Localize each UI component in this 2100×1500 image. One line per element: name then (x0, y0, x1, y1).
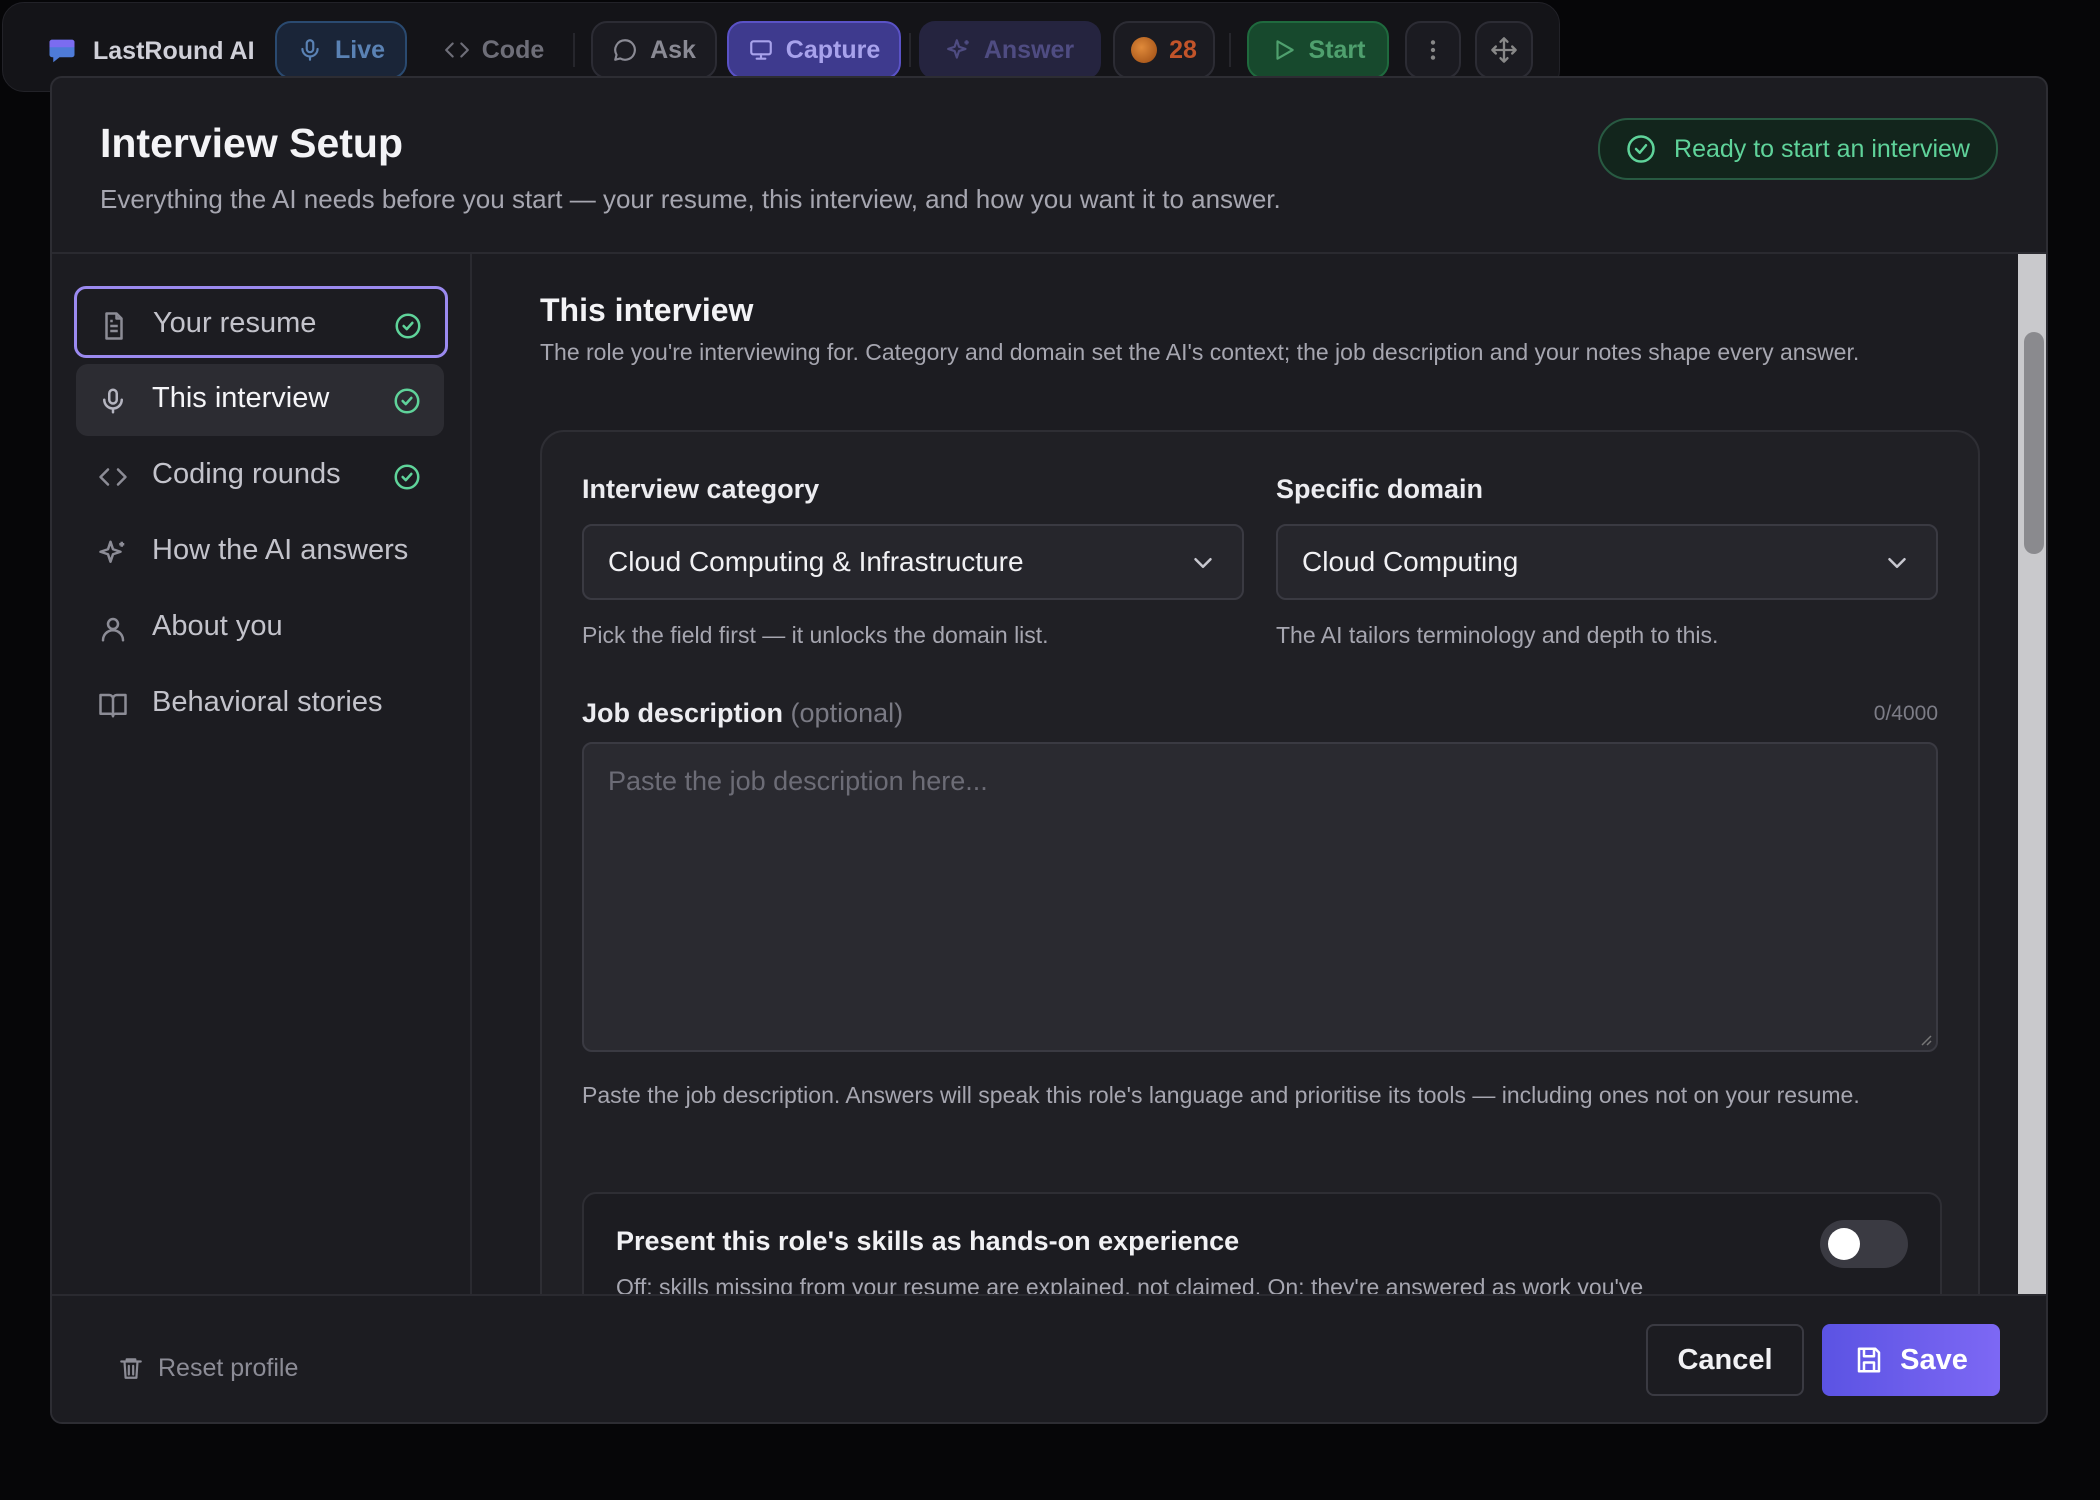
toolbar-divider (573, 33, 575, 67)
chat-bubble-icon (612, 37, 638, 63)
setup-sidebar: Your resume This interview Coding rounds (52, 254, 472, 1372)
sidebar-item-behavioral-stories[interactable]: Behavioral stories (76, 668, 444, 740)
interview-setup-dialog: Interview Setup Everything the AI needs … (50, 76, 2048, 1424)
sidebar-item-coding-rounds[interactable]: Coding rounds (76, 440, 444, 512)
start-label: Start (1308, 35, 1366, 64)
job-description-textarea[interactable]: Paste the job description here... (582, 742, 1938, 1052)
toolbar-divider (1229, 33, 1231, 67)
interview-details-card: Interview category Cloud Computing & Inf… (540, 430, 1980, 1372)
vertical-dots-icon (1420, 37, 1446, 63)
save-icon (1854, 1345, 1884, 1375)
category-label: Interview category (582, 474, 820, 504)
more-menu-button[interactable] (1405, 21, 1461, 79)
sidebar-item-this-interview[interactable]: This interview (76, 364, 444, 436)
job-description-label-text: Job description (582, 698, 784, 728)
setup-content: This interview The role you're interview… (472, 254, 2046, 1372)
ready-status-text: Ready to start an interview (1674, 134, 1970, 163)
sparkle-icon (98, 538, 128, 568)
check-circle-icon (392, 386, 422, 416)
chevron-down-icon (1188, 548, 1218, 578)
drag-handle[interactable] (1475, 21, 1533, 79)
check-circle-icon (1626, 134, 1656, 164)
reset-profile-button[interactable]: Reset profile (118, 1348, 298, 1388)
microphone-icon (98, 386, 128, 416)
document-icon (99, 311, 129, 341)
microphone-icon (297, 37, 323, 63)
sidebar-item-how-the-ai-answers[interactable]: How the AI answers (76, 516, 444, 588)
save-label: Save (1900, 1343, 1968, 1376)
credits-badge[interactable]: 28 (1113, 21, 1215, 79)
sidebar-item-label: How the AI answers (152, 534, 409, 566)
live-button[interactable]: Live (275, 21, 407, 79)
section-description: The role you're interviewing for. Catego… (540, 339, 1860, 365)
sidebar-item-label: About you (152, 610, 283, 642)
sparkle-icon (946, 37, 972, 63)
code-icon (98, 462, 128, 492)
live-label: Live (334, 35, 386, 64)
dialog-title: Interview Setup (100, 120, 404, 166)
sidebar-item-label: Behavioral stories (152, 686, 383, 718)
chevron-down-icon (1882, 548, 1912, 578)
skills-toggle-title: Present this role's skills as hands-on e… (616, 1226, 1240, 1256)
code-label: Code (481, 35, 545, 64)
domain-select[interactable]: Cloud Computing (1276, 524, 1938, 600)
skills-experience-toggle[interactable] (1820, 1220, 1908, 1268)
app-brand: LastRound AI (47, 31, 255, 71)
sidebar-item-label: Your resume (153, 307, 317, 339)
sidebar-item-about-you[interactable]: About you (76, 592, 444, 664)
domain-value: Cloud Computing (1302, 546, 1519, 577)
resize-grip-icon[interactable] (1916, 1030, 1932, 1046)
monitor-icon (748, 37, 774, 63)
section-title: This interview (540, 292, 754, 328)
job-description-label: Job description (optional) (582, 698, 903, 729)
ask-label: Ask (650, 35, 696, 64)
category-select[interactable]: Cloud Computing & Infrastructure (582, 524, 1244, 600)
book-icon (98, 690, 128, 720)
sidebar-item-label: Coding rounds (152, 458, 341, 490)
scrollbar-thumb[interactable] (2024, 332, 2044, 554)
category-value: Cloud Computing & Infrastructure (608, 546, 1024, 577)
code-icon (444, 37, 470, 63)
ready-status-badge: Ready to start an interview (1598, 118, 1998, 180)
answer-label: Answer (983, 35, 1075, 64)
domain-label: Specific domain (1276, 474, 1484, 504)
chat-logo-icon (47, 36, 77, 66)
reset-profile-label: Reset profile (158, 1353, 299, 1382)
start-button[interactable]: Start (1247, 21, 1389, 79)
play-icon (1271, 37, 1297, 63)
app-name: LastRound AI (93, 36, 255, 65)
capture-label: Capture (785, 35, 881, 64)
sidebar-item-your-resume[interactable]: Your resume (74, 286, 448, 358)
capture-button[interactable]: Capture (727, 21, 901, 79)
coin-icon (1131, 37, 1158, 63)
cancel-label: Cancel (1677, 1343, 1773, 1376)
category-help: Pick the field first — it unlocks the do… (582, 622, 1049, 648)
trash-icon (118, 1355, 144, 1381)
check-circle-icon (393, 311, 423, 341)
toggle-knob (1828, 1228, 1860, 1260)
optional-tag: (optional) (790, 698, 904, 728)
credits-count: 28 (1169, 35, 1197, 64)
toolbar-divider (909, 33, 911, 67)
check-circle-icon (392, 462, 422, 492)
save-button[interactable]: Save (1822, 1324, 2000, 1396)
job-description-placeholder: Paste the job description here... (608, 766, 988, 796)
domain-help: The AI tailors terminology and depth to … (1276, 622, 1719, 648)
character-counter: 0/4000 (1873, 702, 1938, 725)
job-description-help: Paste the job description. Answers will … (582, 1082, 1860, 1108)
move-icon (1490, 36, 1518, 64)
cancel-button[interactable]: Cancel (1646, 1324, 1804, 1396)
answer-button[interactable]: Answer (919, 21, 1101, 79)
dialog-footer: Reset profile Cancel Save (52, 1294, 2046, 1422)
user-icon (98, 614, 128, 644)
content-scrollbar[interactable] (2018, 254, 2046, 1372)
sidebar-item-label: This interview (152, 382, 330, 414)
ask-button[interactable]: Ask (591, 21, 717, 79)
dialog-subtitle: Everything the AI needs before you start… (100, 184, 1281, 214)
code-button[interactable]: Code (429, 21, 559, 79)
